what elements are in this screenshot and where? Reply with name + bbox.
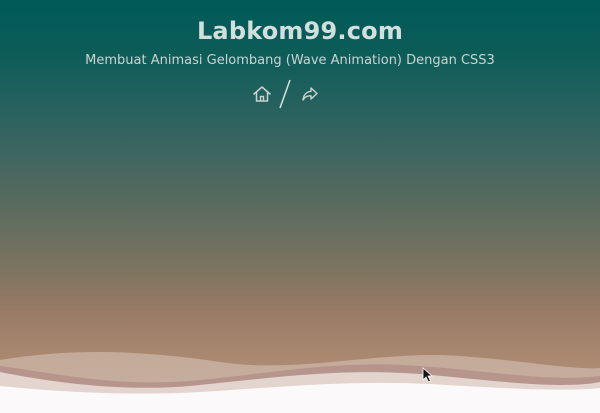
wave-animation [0, 351, 600, 413]
nav-links [250, 78, 330, 110]
mouse-cursor-icon [422, 367, 434, 383]
slash-divider [279, 79, 291, 109]
site-title[interactable]: Labkom99.com [0, 17, 600, 45]
page-subtitle: Membuat Animasi Gelombang (Wave Animatio… [85, 53, 495, 68]
share-forward-icon[interactable] [300, 85, 320, 103]
home-icon[interactable] [252, 84, 272, 104]
